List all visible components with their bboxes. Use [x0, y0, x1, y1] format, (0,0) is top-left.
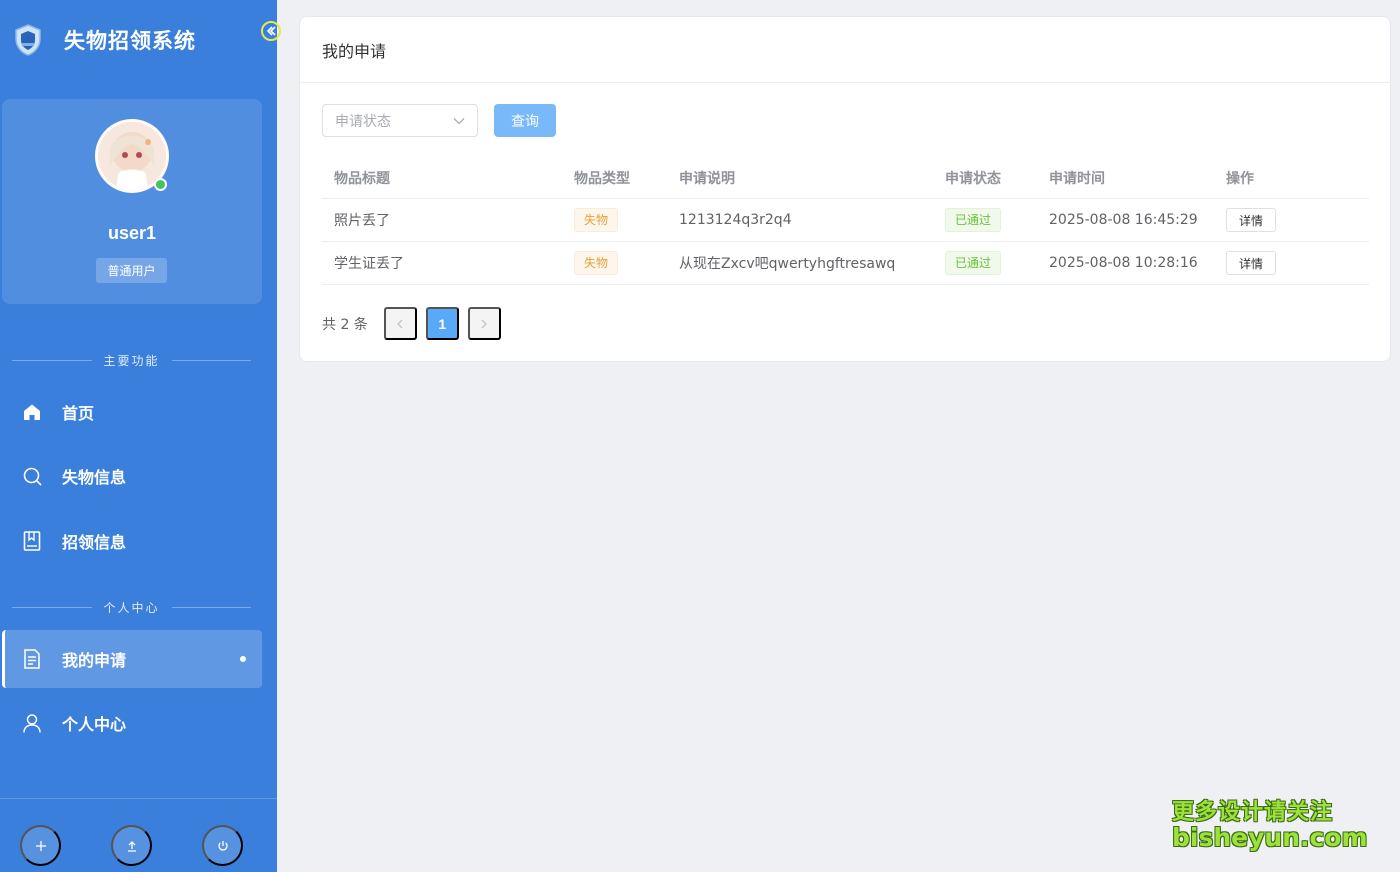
table-row: 学生证丢了 失物 从现在Zxcv吧qwertyhgftresawq 已通过 20…: [322, 242, 1369, 285]
status-cell: 已通过: [933, 208, 1037, 232]
section-main-label: 主要功能: [103, 354, 160, 368]
upload-button[interactable]: [111, 825, 152, 866]
filter-row: 申请状态 查询: [322, 104, 556, 137]
item-type-tag: 失物: [574, 251, 619, 275]
chevron-left-icon: [397, 319, 403, 328]
nav-item-label: 失物信息: [62, 468, 127, 487]
document-icon: [22, 649, 42, 669]
user-icon: [22, 713, 42, 733]
nav-item-lost-info[interactable]: 失物信息: [2, 447, 262, 505]
application-time: 2025-08-08 16:45:29: [1049, 212, 1198, 228]
detail-button[interactable]: 详情: [1226, 208, 1276, 232]
section-main-divider: 主要功能: [12, 352, 251, 369]
watermark: 更多设计请关注 bisheyun.com: [1172, 794, 1368, 852]
application-desc: 从现在Zxcv吧qwertyhgftresawq: [679, 256, 896, 272]
plus-icon: [35, 840, 46, 851]
table-header-cell: 操作: [1226, 170, 1254, 187]
application-desc: 1213124q3r2q4: [679, 212, 792, 228]
chevron-right-icon: [481, 319, 488, 328]
status-tag: 已通过: [945, 251, 1002, 275]
table-header-cell: 申请时间: [1049, 170, 1105, 187]
page-title: 我的申请: [300, 17, 1390, 83]
nav-item-personal-center[interactable]: 个人中心: [2, 694, 262, 752]
status-cell: 已通过: [933, 251, 1037, 275]
online-status-dot: [154, 178, 167, 191]
action-cell: 详情: [1214, 208, 1369, 232]
table-header-cell: 物品标题: [334, 170, 390, 187]
watermark-line1: 更多设计请关注: [1172, 800, 1334, 825]
status-select-placeholder: 申请状态: [335, 113, 391, 130]
main-card: 我的申请 申请状态 查询 物品标题 物品类型 申请说明 申请状态 申请时间 操作…: [299, 16, 1391, 362]
table-row: 照片丢了 失物 1213124q3r2q4 已通过 2025-08-08 16:…: [322, 199, 1369, 242]
nav-item-label: 我的申请: [62, 651, 127, 670]
logout-button[interactable]: [202, 825, 243, 866]
book-icon: [22, 531, 42, 551]
search-icon: [22, 466, 42, 486]
table-header-row: 物品标题 物品类型 申请说明 申请状态 申请时间 操作: [322, 157, 1369, 199]
status-select[interactable]: 申请状态: [322, 104, 478, 137]
sidebar-footer-divider: [0, 798, 277, 799]
action-cell: 详情: [1214, 251, 1369, 275]
collapse-sidebar-button[interactable]: [261, 21, 281, 41]
item-type-cell: 失物: [562, 208, 667, 232]
profile-card: user1 普通用户: [2, 99, 262, 304]
pagination-total: 共 2 条: [322, 316, 368, 333]
power-icon: [217, 840, 228, 851]
table-header-cell: 申请说明: [679, 170, 735, 187]
next-page-button[interactable]: [467, 307, 501, 340]
nav-item-home[interactable]: 首页: [2, 383, 262, 441]
item-title: 照片丢了: [334, 213, 390, 229]
status-tag: 已通过: [945, 208, 1002, 232]
section-personal-label: 个人中心: [103, 601, 160, 615]
section-personal-divider: 个人中心: [12, 599, 251, 616]
chevron-down-icon: [453, 117, 465, 124]
nav-item-label: 个人中心: [62, 715, 127, 734]
query-button[interactable]: 查询: [494, 104, 556, 137]
table-header-cell: 物品类型: [574, 170, 630, 187]
role-badge: 普通用户: [96, 258, 167, 283]
username: user1: [107, 223, 157, 243]
page-button[interactable]: 1: [425, 307, 459, 340]
upload-icon: [127, 840, 136, 852]
shield-logo-icon: [15, 24, 41, 56]
pagination: 共 2 条 1: [322, 307, 510, 340]
watermark-line2: bisheyun.com: [1172, 823, 1368, 852]
detail-button[interactable]: 详情: [1226, 251, 1276, 275]
prev-page-button[interactable]: [383, 307, 417, 340]
nav-item-label: 首页: [62, 404, 95, 423]
nav-item-label: 招领信息: [62, 533, 127, 552]
table-header-cell: 申请状态: [945, 170, 1001, 187]
active-indicator-dot: [240, 656, 246, 662]
chevron-left-icon: [266, 26, 276, 36]
avatar-wrap[interactable]: [95, 119, 169, 193]
nav-item-found-info[interactable]: 招领信息: [2, 512, 262, 570]
home-icon: [22, 402, 42, 422]
applications-table: 物品标题 物品类型 申请说明 申请状态 申请时间 操作 照片丢了 失物 1213…: [322, 157, 1369, 285]
nav-item-my-applications[interactable]: 我的申请: [2, 630, 262, 688]
application-time: 2025-08-08 10:28:16: [1049, 255, 1198, 271]
app-title: 失物招领系统: [64, 29, 196, 53]
sidebar: 失物招领系统 user1 普通用户 主要功能 首页 失物信息 招领信息 个人中心…: [0, 0, 281, 872]
add-button[interactable]: [20, 825, 61, 866]
item-type-cell: 失物: [562, 251, 667, 275]
item-type-tag: 失物: [574, 208, 619, 232]
brand: 失物招领系统: [14, 24, 196, 56]
item-title: 学生证丢了: [334, 256, 404, 272]
